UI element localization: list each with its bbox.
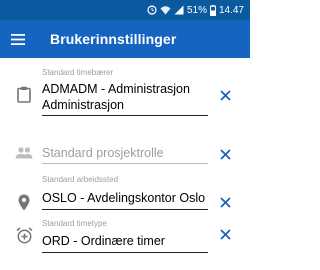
status-bar: 51% 14.47 [0,0,250,20]
prosjektrolle-field[interactable]: Standard prosjektrolle [42,145,208,164]
clear-timebaerer-icon[interactable] [216,86,234,104]
setting-row-timebaerer[interactable]: Standard timebærer ADMADM - Administrasj… [0,58,250,118]
hamburger-menu-icon[interactable] [0,20,36,58]
settings-list: Standard timebærer ADMADM - Administrasj… [0,58,250,270]
arbeidssted-label: Standard arbeidssted [42,175,119,184]
clear-arbeidssted-icon[interactable] [216,193,234,211]
setting-row-arbeidssted[interactable]: Standard arbeidssted OSLO - Avdelingskon… [0,170,250,216]
location-pin-icon [14,192,34,212]
timebaerer-label: Standard timebærer [42,68,114,77]
prosjektrolle-placeholder: Standard prosjektrolle [42,146,164,160]
app-bar: Brukerinnstillinger [0,20,250,58]
setting-row-prosjektrolle[interactable]: Standard prosjektrolle [0,118,250,170]
timetype-value: ORD - Ordinære timer [42,234,165,248]
clear-timetype-icon[interactable] [216,225,234,243]
arbeidssted-field[interactable]: Standard arbeidssted OSLO - Avdelingskon… [42,175,208,210]
people-icon [14,143,34,163]
clipboard-icon [14,84,34,104]
wifi-icon [160,5,171,15]
timebaerer-field[interactable]: Standard timebærer ADMADM - Administrasj… [42,68,208,116]
signal-icon [174,5,184,15]
battery-percent: 51% [186,4,207,16]
arbeidssted-value: OSLO - Avdelingskontor Oslo [42,191,206,205]
sync-icon [147,5,157,15]
timebaerer-value: ADMADM - Administrasjon Administrasjon [42,82,190,112]
battery-icon [209,4,216,16]
clear-prosjektrolle-icon[interactable] [216,145,234,163]
status-time: 14.47 [218,4,244,16]
alarm-add-icon [14,225,34,245]
page-title: Brukerinnstillinger [50,31,177,47]
setting-row-timetype[interactable]: Standard timetype ORD - Ordinære timer [0,216,250,270]
timetype-field[interactable]: Standard timetype ORD - Ordinære timer [42,219,208,253]
timetype-label: Standard timetype [42,219,107,228]
